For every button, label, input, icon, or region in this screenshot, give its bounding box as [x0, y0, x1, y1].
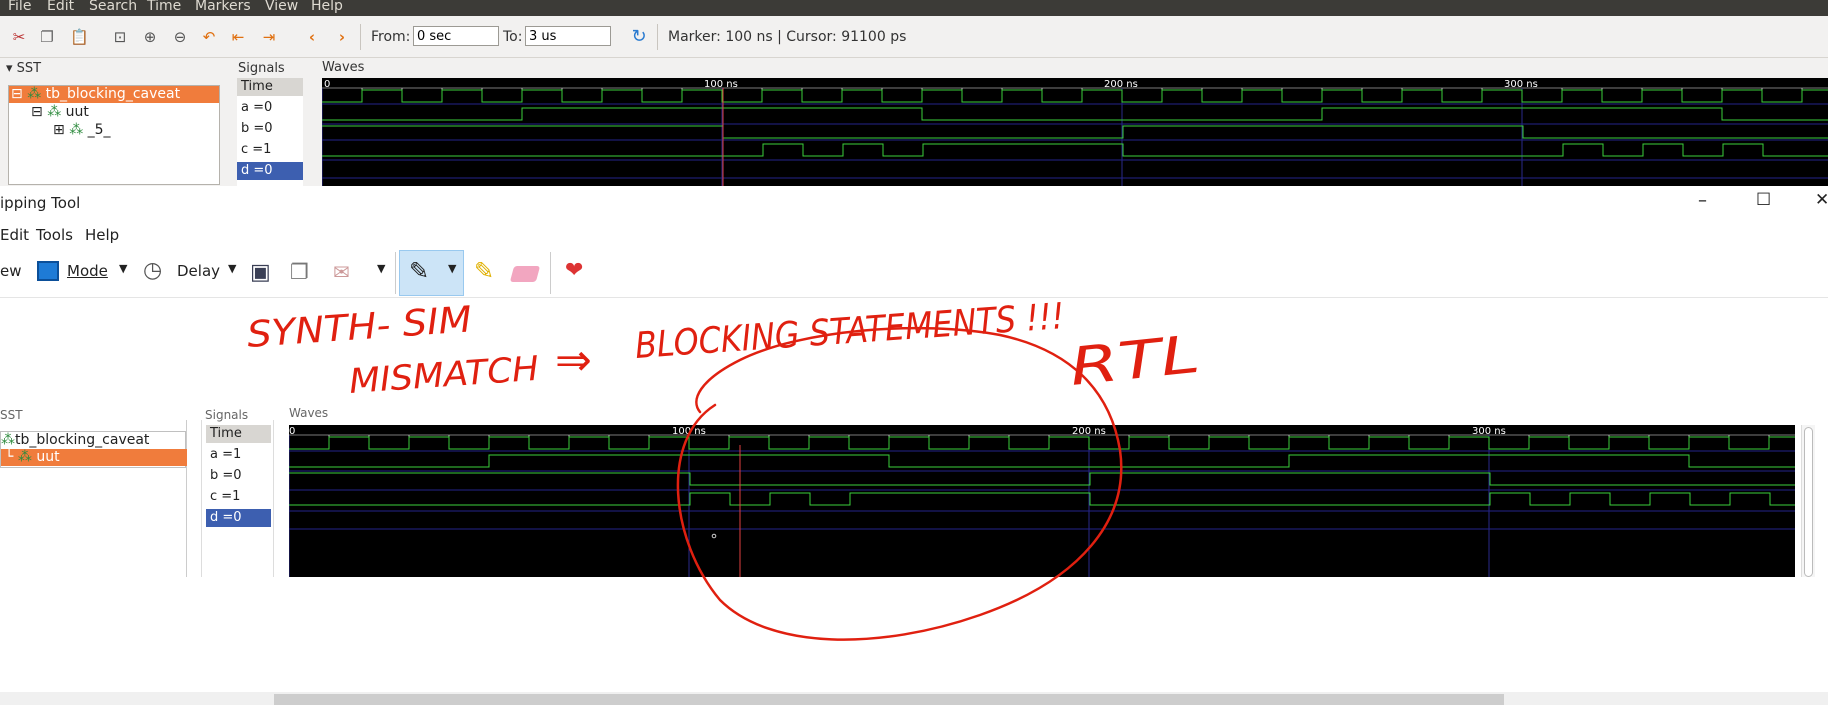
horizontal-scrollbar-thumb[interactable] [274, 694, 1504, 705]
annotation-synth-sim: SYNTH- SIM [246, 299, 473, 356]
annotation-rtl: RTL [1067, 325, 1203, 398]
annotation-mismatch: MISMATCH [348, 349, 540, 402]
annotation-arrow: ⇒ [555, 335, 592, 386]
annotation-circle [676, 326, 1123, 641]
handwritten-annotation: SYNTH- SIM MISMATCH ⇒ BLOCKING STATEMENT… [246, 296, 1203, 641]
